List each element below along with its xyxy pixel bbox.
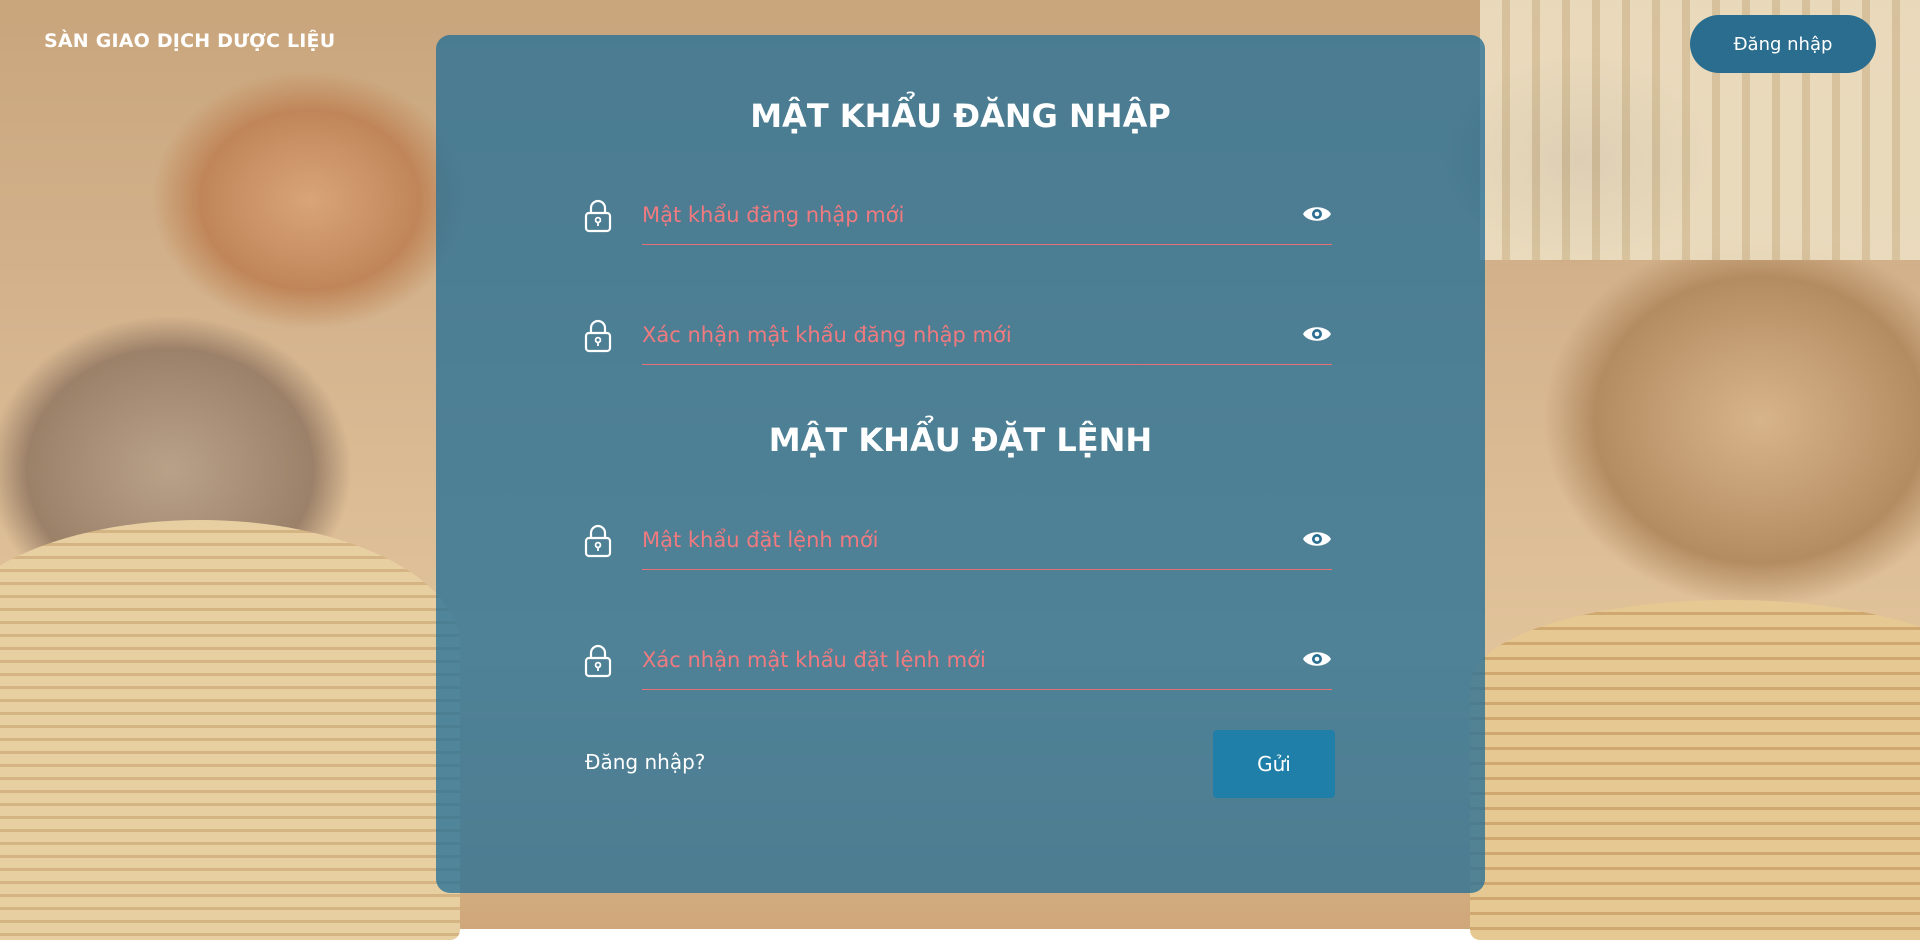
- lock-icon: [584, 644, 612, 678]
- login-password-title: MẬT KHẨU ĐĂNG NHẬP: [750, 97, 1171, 135]
- confirm-order-password-field: [584, 630, 1334, 690]
- lock-icon: [584, 199, 612, 233]
- confirm-login-password-field: [584, 305, 1334, 365]
- background-steamer-left: [0, 520, 460, 940]
- back-to-login-link[interactable]: Đăng nhập?: [585, 750, 705, 774]
- eye-icon[interactable]: [1302, 323, 1332, 345]
- background-steamer-right: [1470, 600, 1920, 940]
- header-login-button[interactable]: Đăng nhập: [1690, 15, 1876, 73]
- new-order-password-input[interactable]: [642, 522, 1262, 558]
- confirm-order-password-underline: [642, 630, 1332, 690]
- order-password-title: MẬT KHẨU ĐẶT LỆNH: [768, 421, 1153, 459]
- eye-icon[interactable]: [1302, 648, 1332, 670]
- confirm-order-password-input[interactable]: [642, 642, 1262, 678]
- password-form-panel: MẬT KHẨU ĐĂNG NHẬP MẬT KHẨU ĐẶT LỆNH Đăn…: [436, 35, 1485, 893]
- eye-icon[interactable]: [1302, 528, 1332, 550]
- brand-title[interactable]: SÀN GIAO DỊCH DƯỢC LIỆU: [44, 30, 335, 52]
- new-order-password-field: [584, 510, 1334, 570]
- lock-icon: [584, 524, 612, 558]
- lock-icon: [584, 319, 612, 353]
- confirm-login-password-input[interactable]: [642, 317, 1262, 353]
- new-login-password-input[interactable]: [642, 197, 1262, 233]
- new-login-password-underline: [642, 185, 1332, 245]
- submit-button[interactable]: Gửi: [1213, 730, 1335, 798]
- confirm-login-password-underline: [642, 305, 1332, 365]
- new-login-password-field: [584, 185, 1334, 245]
- new-order-password-underline: [642, 510, 1332, 570]
- eye-icon[interactable]: [1302, 203, 1332, 225]
